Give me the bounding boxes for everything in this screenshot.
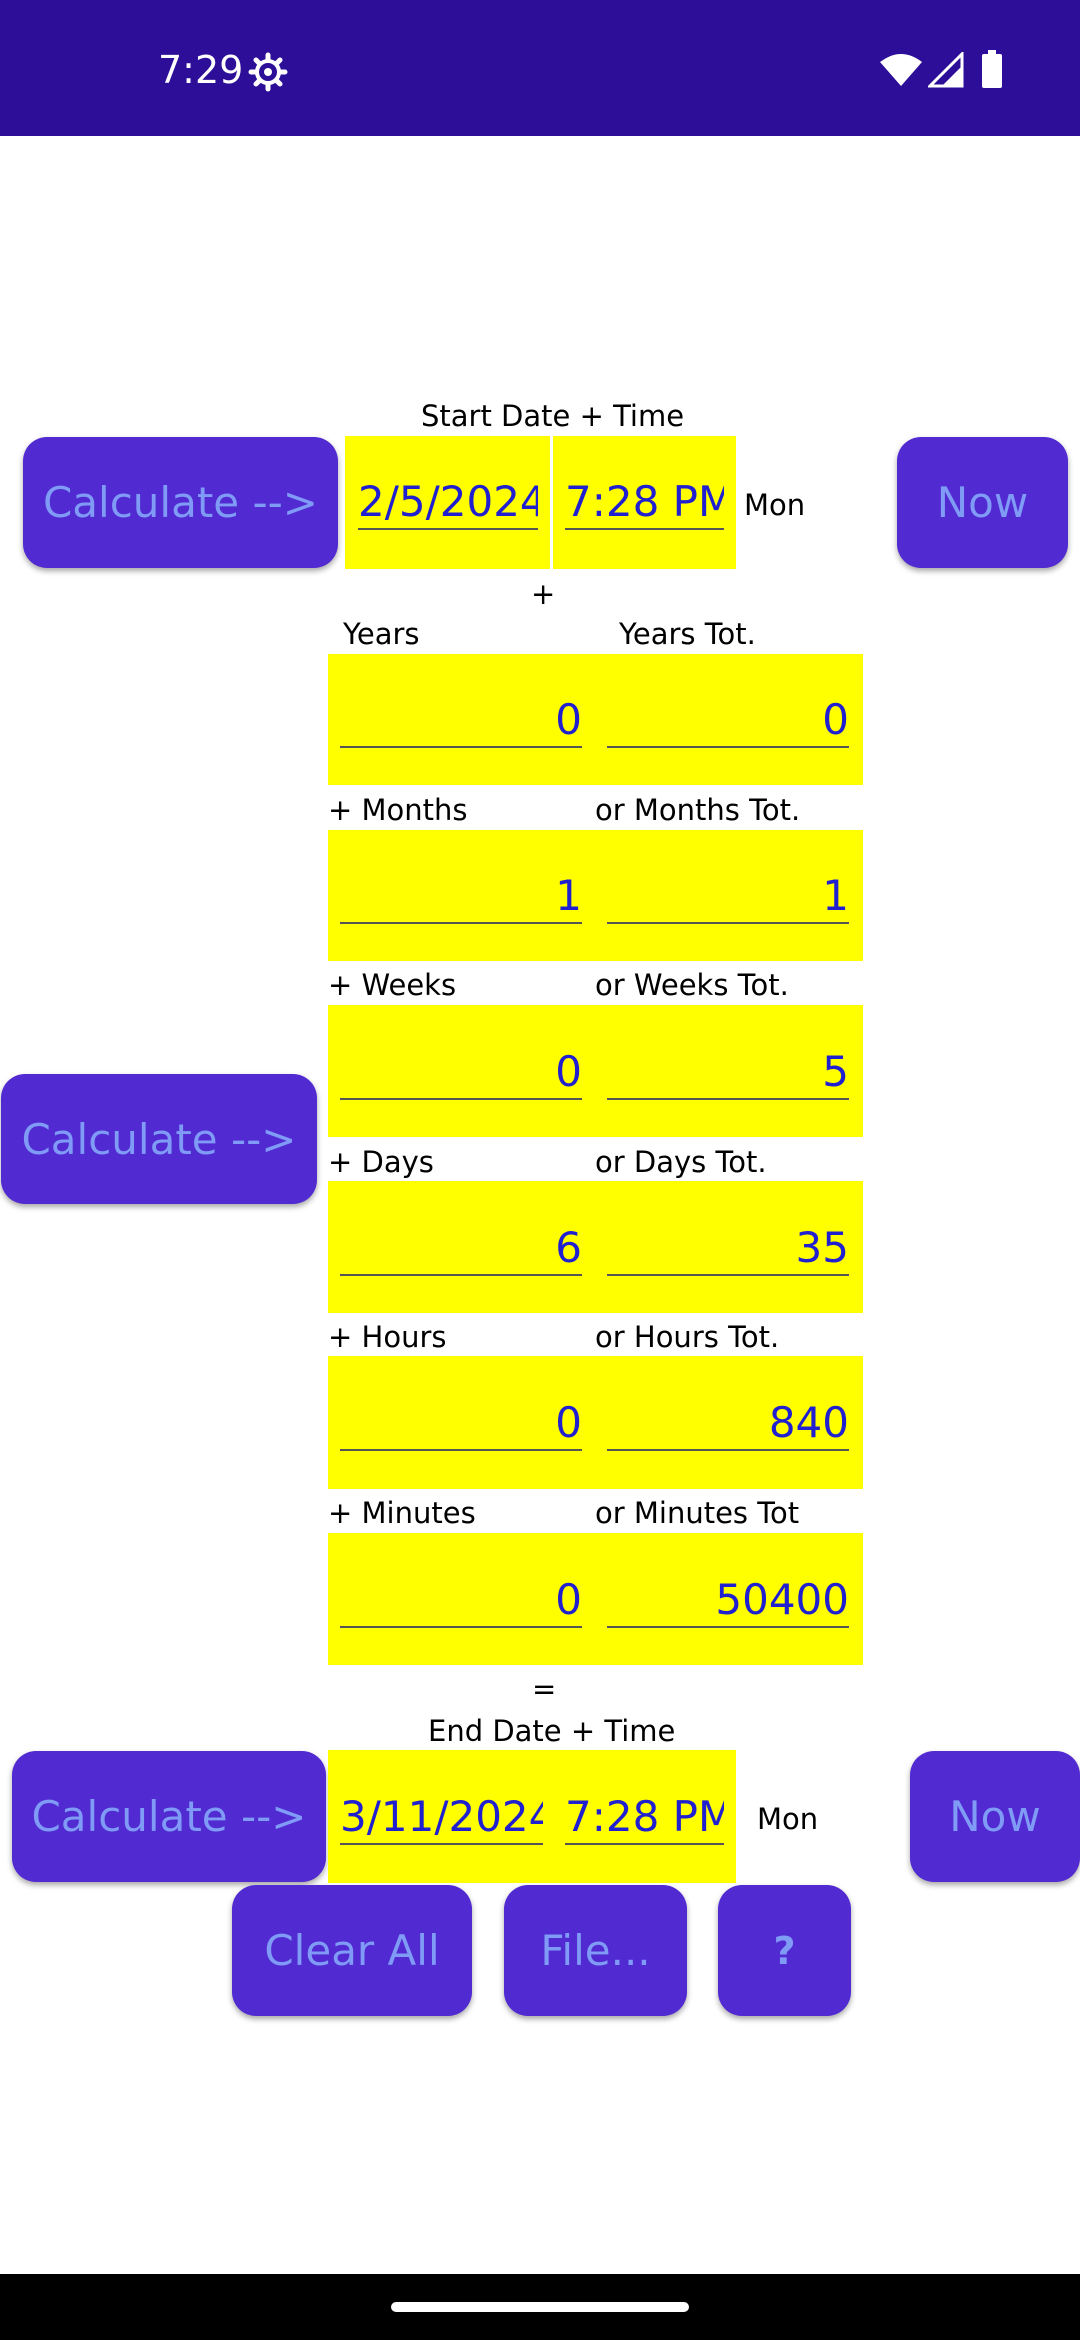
status-time: 7:29: [158, 48, 244, 92]
hours-total-label: or Hours Tot.: [595, 1320, 780, 1354]
start-date-input[interactable]: 2/5/2024: [358, 476, 538, 530]
months-input[interactable]: 1: [340, 870, 582, 924]
months-total-input[interactable]: 1: [607, 870, 849, 924]
hours-total-input[interactable]: 840: [607, 1397, 849, 1451]
calculate-end-button[interactable]: Calculate -->: [12, 1751, 326, 1882]
start-weekday: Mon: [744, 488, 806, 522]
weeks-label: + Weeks: [328, 968, 457, 1002]
years-total-label: Years Tot.: [619, 617, 756, 651]
gear-icon: [248, 52, 288, 92]
hours-label: + Hours: [328, 1320, 447, 1354]
status-bar: 7:29: [0, 0, 1080, 136]
end-now-button[interactable]: Now: [910, 1751, 1080, 1882]
minutes-total-label: or Minutes Tot: [595, 1496, 800, 1530]
start-time-input[interactable]: 7:28 PM: [565, 476, 724, 530]
plus-label: +: [531, 577, 556, 611]
signal-icon: [928, 52, 964, 88]
start-now-button[interactable]: Now: [897, 437, 1068, 568]
calculate-start-button[interactable]: Calculate -->: [23, 437, 338, 568]
end-time-input[interactable]: 7:28 PM: [565, 1791, 724, 1845]
hours-input[interactable]: 0: [340, 1397, 582, 1451]
minutes-total-input[interactable]: 50400: [607, 1574, 849, 1628]
equals-label: =: [532, 1672, 557, 1706]
days-total-label: or Days Tot.: [595, 1145, 767, 1179]
battery-icon: [982, 50, 1002, 88]
weeks-total-label: or Weeks Tot.: [595, 968, 789, 1002]
clear-all-button[interactable]: Clear All: [232, 1885, 472, 2016]
days-label: + Days: [328, 1145, 434, 1179]
start-title: Start Date + Time: [421, 399, 685, 433]
weeks-total-input[interactable]: 5: [607, 1046, 849, 1100]
end-weekday: Mon: [757, 1802, 819, 1836]
calculate-interval-button[interactable]: Calculate -->: [1, 1074, 317, 1204]
months-label: + Months: [328, 793, 468, 827]
years-input[interactable]: 0: [340, 694, 582, 748]
days-input[interactable]: 6: [340, 1222, 582, 1276]
months-total-label: or Months Tot.: [595, 793, 801, 827]
home-gesture-handle[interactable]: [391, 2302, 689, 2312]
years-label: Years: [343, 617, 420, 651]
help-button[interactable]: ?: [718, 1885, 851, 2016]
years-total-input[interactable]: 0: [607, 694, 849, 748]
weeks-input[interactable]: 0: [340, 1046, 582, 1100]
end-title: End Date + Time: [428, 1714, 676, 1748]
file-button[interactable]: File...: [504, 1885, 687, 2016]
end-date-input[interactable]: 3/11/2024: [340, 1791, 543, 1845]
days-total-input[interactable]: 35: [607, 1222, 849, 1276]
minutes-label: + Minutes: [328, 1496, 476, 1530]
wifi-icon: [880, 54, 922, 86]
minutes-input[interactable]: 0: [340, 1574, 582, 1628]
